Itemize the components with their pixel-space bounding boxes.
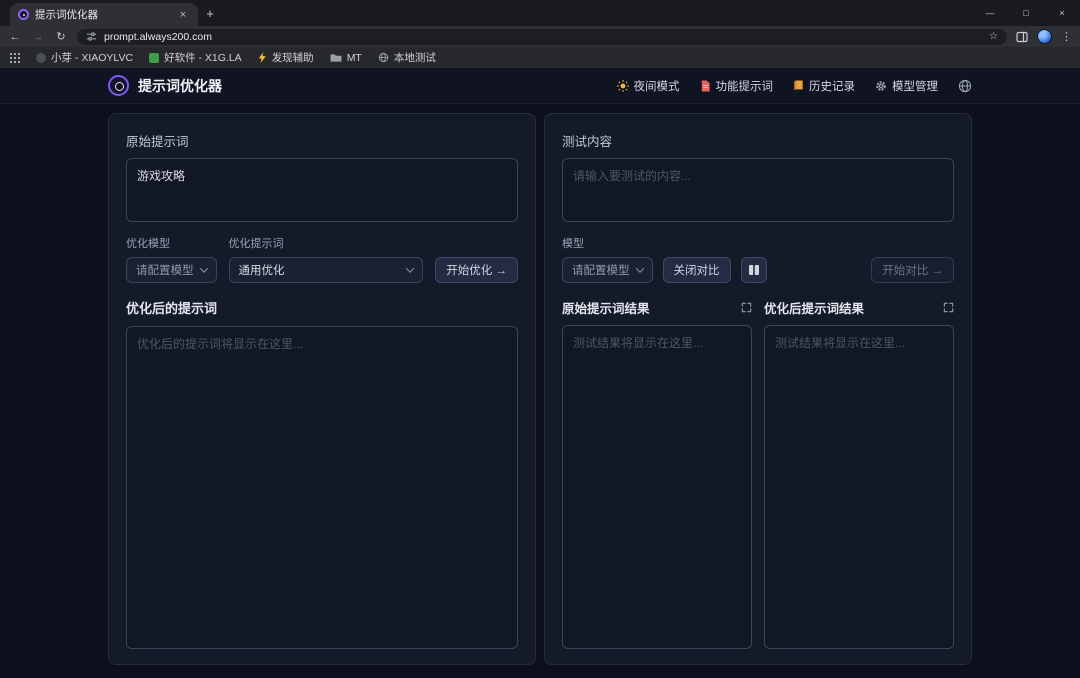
app-header: 提示词优化器 夜间模式 [0, 68, 1080, 104]
folder-icon [330, 53, 342, 63]
url-text: prompt.always200.com [104, 31, 982, 43]
test-content-label: 测试内容 [562, 131, 954, 150]
bookmark-label: 好软件 - X1G.LA [164, 50, 242, 65]
original-prompt-label: 原始提示词 [126, 131, 518, 150]
layout-toggle-button[interactable] [741, 257, 767, 283]
site-info-icon[interactable] [86, 31, 97, 42]
start-compare-button[interactable]: 开始对比 → [871, 257, 954, 283]
window-controls: — □ × [972, 0, 1080, 26]
bookmark-label: 发现辅助 [272, 50, 314, 65]
tab-close-icon[interactable]: × [176, 9, 190, 21]
test-model-value: 请配置模型 [572, 262, 630, 278]
main-content: 原始提示词 游戏攻略 优化模型 请配置模型 优化提示词 通用优化 [0, 104, 1080, 678]
nav-model-settings[interactable]: 模型管理 [875, 78, 938, 94]
start-optimize-button[interactable]: 开始优化 → [435, 257, 518, 283]
nav-label: 历史记录 [809, 78, 855, 94]
browser-menu-icon[interactable]: ⋮ [1061, 30, 1072, 43]
bookmark-item[interactable]: 好软件 - X1G.LA [149, 50, 242, 65]
minimize-button[interactable]: — [972, 0, 1008, 26]
language-globe-icon[interactable] [958, 79, 972, 93]
book-icon [793, 80, 804, 92]
bookmark-label: MT [347, 52, 362, 64]
bookmarks-bar: 小芽 - XIAOYLVC 好软件 - X1G.LA 发现辅助 MT 本地测试 [0, 47, 1080, 68]
expand-icon[interactable] [943, 302, 954, 313]
page-title: 提示词优化器 [138, 76, 222, 96]
nav-label: 夜间模式 [634, 78, 680, 94]
original-result-column: 原始提示词结果 [562, 298, 752, 649]
optimize-template-label: 优化提示词 [229, 235, 424, 251]
bookmark-item[interactable]: 小芽 - XIAOYLVC [36, 50, 133, 65]
chevron-down-icon [406, 264, 414, 272]
bookmark-label: 小芽 - XIAOYLVC [51, 50, 133, 65]
bookmark-folder[interactable]: MT [330, 52, 362, 64]
optimized-prompt-title: 优化后的提示词 [126, 298, 518, 317]
test-model-label: 模型 [562, 235, 954, 251]
back-icon[interactable]: ← [8, 31, 22, 43]
globe-favicon-icon [378, 52, 389, 63]
chevron-down-icon [635, 264, 643, 272]
bookmark-item[interactable]: 发现辅助 [258, 50, 314, 65]
bookmark-favicon-icon [149, 53, 159, 63]
nav-theme-toggle[interactable]: 夜间模式 [617, 78, 680, 94]
optimized-result-output[interactable] [764, 325, 954, 649]
tab-title: 提示词优化器 [35, 7, 170, 22]
original-result-output[interactable] [562, 325, 752, 649]
test-model-select[interactable]: 请配置模型 [562, 257, 653, 283]
app-logo-icon [108, 75, 129, 96]
optimized-result-column: 优化后提示词结果 [764, 298, 954, 649]
optimize-template-select[interactable]: 通用优化 [229, 257, 424, 283]
optimize-template-value: 通用优化 [239, 262, 285, 278]
apps-grid-icon[interactable] [10, 53, 20, 63]
browser-toolbar: ← → ↻ prompt.always200.com ☆ ⋮ [0, 26, 1080, 47]
optimized-result-title: 优化后提示词结果 [764, 298, 864, 317]
bookmark-star-icon[interactable]: ☆ [989, 31, 998, 42]
reload-icon[interactable]: ↻ [54, 30, 68, 43]
tab-favicon-icon [18, 9, 29, 20]
test-panel: 测试内容 模型 请配置模型 关闭对比 [544, 113, 972, 665]
nav-label: 模型管理 [892, 78, 938, 94]
close-button[interactable]: × [1044, 0, 1080, 26]
browser-tab[interactable]: 提示词优化器 × [10, 3, 198, 26]
optimize-panel: 原始提示词 游戏攻略 优化模型 请配置模型 优化提示词 通用优化 [108, 113, 536, 665]
side-panel-icon[interactable] [1016, 31, 1028, 43]
test-content-input[interactable] [562, 158, 954, 222]
nav-history[interactable]: 历史记录 [793, 78, 855, 94]
new-tab-button[interactable]: + [198, 2, 222, 25]
chevron-down-icon [199, 264, 207, 272]
sun-icon [617, 80, 629, 92]
maximize-button[interactable]: □ [1008, 0, 1044, 26]
optimized-prompt-output[interactable] [126, 326, 518, 649]
app-page: 提示词优化器 夜间模式 [0, 68, 1080, 678]
gear-icon [875, 80, 887, 92]
original-result-title: 原始提示词结果 [562, 298, 650, 317]
nav-function-prompts[interactable]: 功能提示词 [700, 78, 774, 94]
tab-strip: 提示词优化器 × + — □ × [0, 0, 1080, 26]
bookmark-label: 本地测试 [394, 50, 436, 65]
profile-avatar[interactable] [1037, 29, 1052, 44]
optimize-model-value: 请配置模型 [136, 262, 194, 278]
bookmark-item[interactable]: 本地测试 [378, 50, 436, 65]
original-prompt-input[interactable]: 游戏攻略 [126, 158, 518, 222]
header-nav: 夜间模式 功能提示词 历史记录 [617, 78, 973, 94]
forward-icon[interactable]: → [31, 31, 45, 43]
optimize-model-label: 优化模型 [126, 235, 217, 251]
nav-label: 功能提示词 [716, 78, 774, 94]
optimize-model-select[interactable]: 请配置模型 [126, 257, 217, 283]
expand-icon[interactable] [741, 302, 752, 313]
lightning-icon [258, 52, 267, 63]
compare-toggle-button[interactable]: 关闭对比 [663, 257, 731, 283]
address-bar[interactable]: prompt.always200.com ☆ [77, 29, 1007, 45]
bookmark-favicon-icon [36, 53, 46, 63]
document-icon [700, 80, 711, 92]
